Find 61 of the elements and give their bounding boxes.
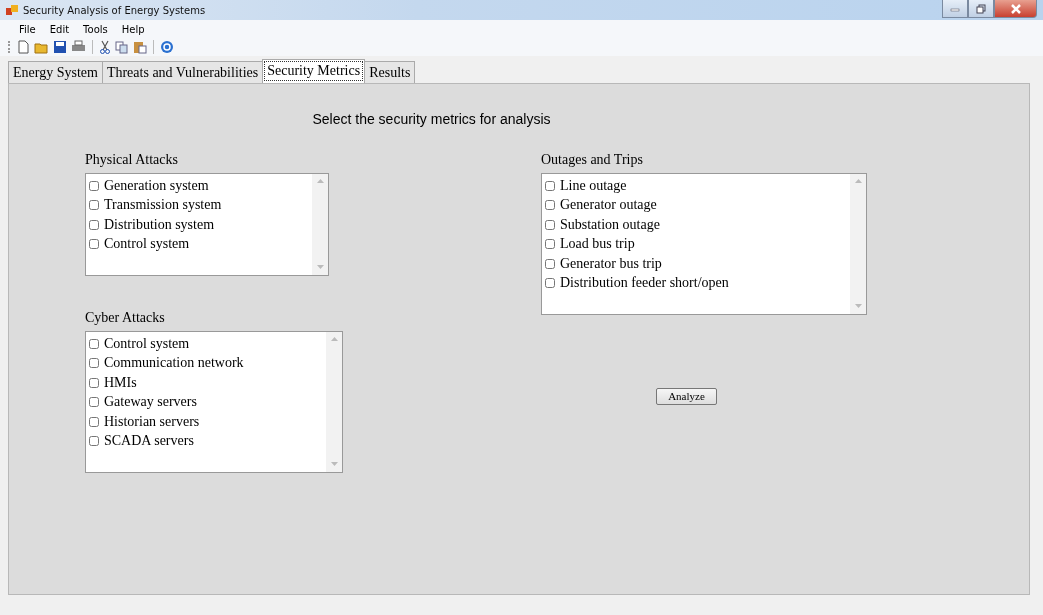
window-title: Security Analysis of Energy Systems [23, 4, 206, 16]
checkbox-label: Transmission system [104, 197, 222, 214]
paste-icon[interactable] [133, 40, 147, 54]
checkbox[interactable] [545, 258, 555, 269]
help-icon[interactable] [160, 40, 174, 54]
checkbox-label: SCADA servers [104, 433, 194, 450]
menu-item[interactable]: Help [114, 23, 152, 35]
heading: Select the security metrics for analysis [311, 111, 552, 127]
checkbox[interactable] [89, 436, 99, 447]
analyze-button[interactable]: Analyze [656, 387, 717, 405]
checkbox[interactable] [89, 180, 99, 191]
checkbox-label: Gateway servers [104, 394, 197, 411]
new-file-icon[interactable] [16, 40, 30, 54]
checkbox-label: Historian servers [104, 413, 200, 430]
checkbox-label: Communication network [104, 355, 244, 372]
checkbox[interactable] [545, 200, 555, 211]
checkbox[interactable] [89, 358, 99, 369]
tab[interactable]: Energy System [8, 61, 103, 83]
checkbox-label: Line outage [560, 177, 627, 194]
menu-item[interactable]: File [12, 23, 43, 35]
checkbox-label: Generator outage [560, 197, 657, 214]
group-label: Physical Attacks [85, 152, 179, 169]
checkbox[interactable] [545, 278, 555, 289]
checkbox[interactable] [89, 200, 99, 211]
checkbox-label: Generator bus trip [560, 255, 662, 272]
checkbox[interactable] [89, 416, 99, 427]
checkbox-label: Load bus trip [560, 236, 635, 253]
checkbox-label: Distribution feeder short/open [560, 275, 729, 292]
minimize-icon [950, 5, 960, 12]
checkbox[interactable] [89, 377, 99, 388]
close-button[interactable] [994, 0, 1037, 18]
checkbox[interactable] [89, 338, 99, 349]
checkbox[interactable] [89, 397, 99, 408]
checkbox[interactable] [545, 180, 555, 191]
checkbox-label: Distribution system [104, 216, 215, 233]
copy-icon[interactable] [115, 40, 129, 54]
tab[interactable]: Results [364, 61, 416, 83]
menu-item[interactable]: Edit [42, 23, 77, 35]
checkbox-label: Generation system [104, 177, 209, 194]
close-icon [1009, 3, 1022, 14]
scissors-icon[interactable] [99, 40, 111, 54]
checkbox-label: Control system [104, 335, 190, 352]
checkbox[interactable] [89, 219, 99, 230]
app-icon [6, 4, 18, 16]
checkbox[interactable] [545, 219, 555, 230]
checkbox-label: Control system [104, 236, 190, 253]
printer-icon[interactable] [71, 40, 86, 54]
group-label: Outages and Trips [541, 152, 644, 169]
tab[interactable]: Threats and Vulnerabilities [101, 61, 264, 83]
restore-icon [976, 3, 986, 14]
minimize-button[interactable] [942, 0, 968, 18]
group-label: Cyber Attacks [85, 310, 166, 327]
save-icon[interactable] [53, 40, 67, 54]
checkbox-label: Substation outage [560, 216, 660, 233]
checkbox-label: HMIs [104, 374, 137, 391]
tab[interactable]: Security Metrics [262, 59, 366, 83]
checkbox[interactable] [545, 239, 555, 250]
checkbox[interactable] [89, 239, 99, 250]
folder-icon[interactable] [34, 40, 49, 54]
maximize-button[interactable] [968, 0, 994, 18]
menu-item[interactable]: Tools [76, 23, 115, 35]
